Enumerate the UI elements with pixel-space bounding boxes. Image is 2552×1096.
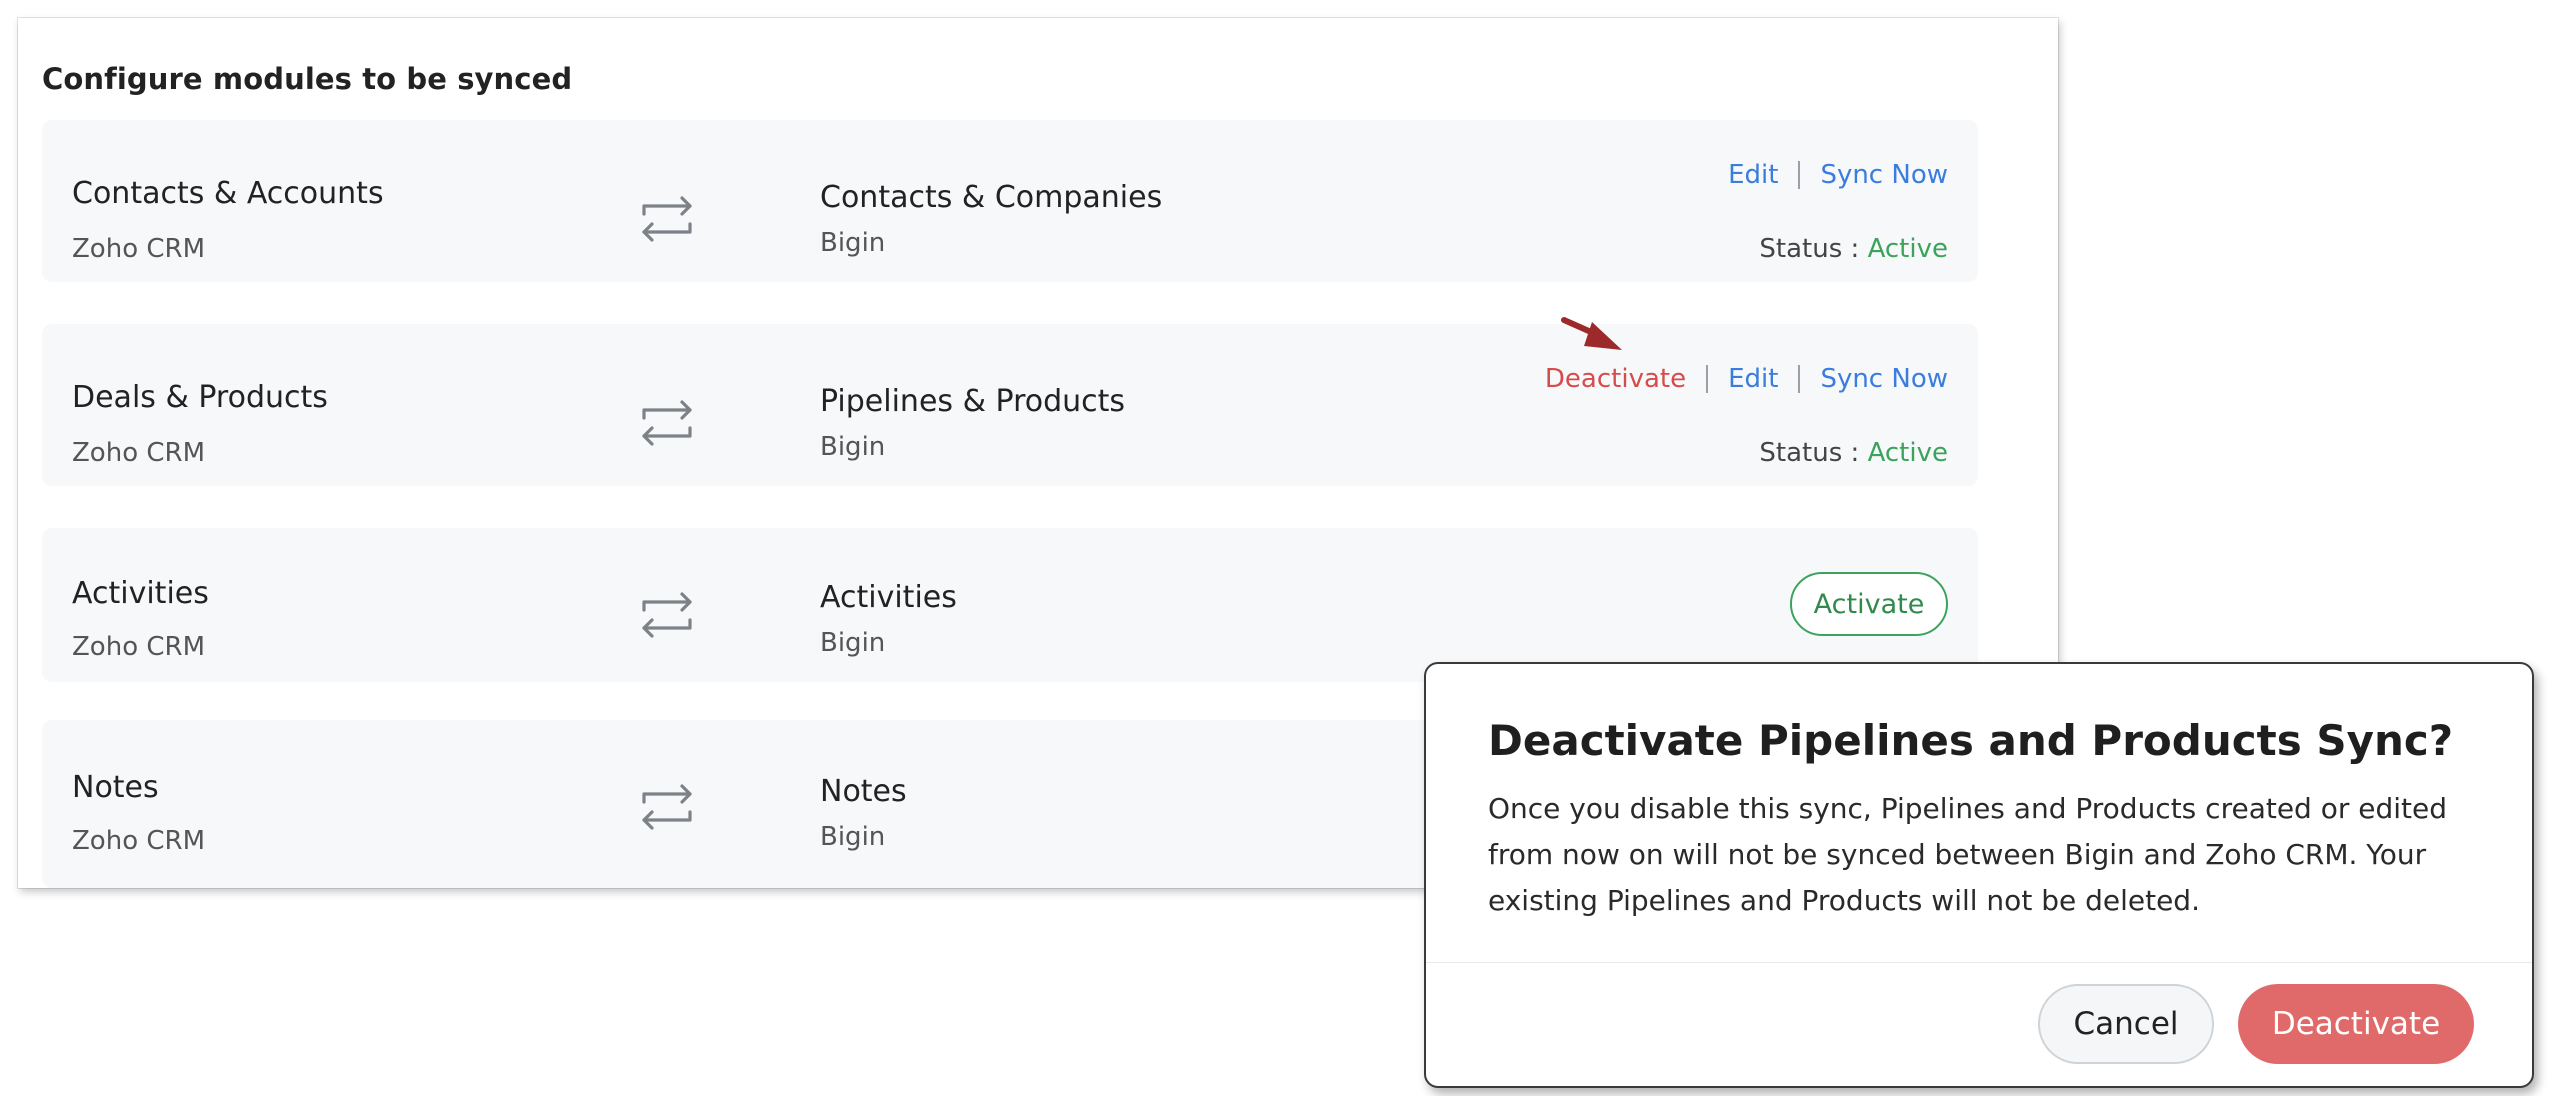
sync-now-link[interactable]: Sync Now (1820, 160, 1948, 190)
deactivate-link[interactable]: Deactivate (1545, 364, 1686, 394)
sync-now-link[interactable]: Sync Now (1820, 364, 1948, 394)
edit-link[interactable]: Edit (1728, 160, 1778, 190)
dialog-title: Deactivate Pipelines and Products Sync? (1488, 716, 2454, 765)
action-separator (1798, 161, 1801, 189)
edit-link[interactable]: Edit (1728, 364, 1778, 394)
sync-status: Status : Active (1759, 234, 1948, 264)
row-actions: Edit Sync Now (1728, 160, 1948, 190)
target-module-name: Contacts & Companies (820, 180, 1163, 215)
status-value: Active (1867, 438, 1948, 468)
target-module-name: Activities (820, 580, 957, 615)
sync-status: Status : Active (1759, 438, 1948, 468)
sync-arrows-icon (642, 196, 692, 242)
source-app-name: Zoho CRM (72, 826, 206, 856)
row-actions: Deactivate Edit Sync Now (1545, 364, 1948, 394)
status-separator: : (1850, 438, 1860, 468)
module-row-contacts: Contacts & Accounts Zoho CRM Contacts & … (42, 120, 1978, 282)
module-row-activities: Activities Zoho CRM Activities Bigin Act… (42, 528, 1978, 682)
module-row-deals: Deals & Products Zoho CRM Pipelines & Pr… (42, 324, 1978, 486)
activate-button[interactable]: Activate (1790, 572, 1948, 636)
status-label: Status (1759, 438, 1843, 468)
sync-arrows-icon (642, 400, 692, 446)
dialog-footer: Cancel Deactivate (2038, 984, 2474, 1064)
source-module-name: Activities (72, 576, 209, 611)
panel-title: Configure modules to be synced (42, 62, 573, 96)
source-module-name: Deals & Products (72, 380, 328, 415)
source-module-name: Notes (72, 770, 159, 805)
source-app-name: Zoho CRM (72, 632, 206, 662)
dialog-divider (1426, 962, 2532, 963)
target-app-name: Bigin (820, 822, 886, 852)
target-module-name: Notes (820, 774, 907, 809)
source-app-name: Zoho CRM (72, 234, 206, 264)
target-module-name: Pipelines & Products (820, 384, 1126, 419)
action-separator (1706, 365, 1709, 393)
confirm-deactivate-button[interactable]: Deactivate (2238, 984, 2474, 1064)
sync-arrows-icon (642, 592, 692, 638)
status-label: Status (1759, 234, 1843, 264)
target-app-name: Bigin (820, 228, 886, 258)
target-app-name: Bigin (820, 628, 886, 658)
deactivate-confirm-dialog: Deactivate Pipelines and Products Sync? … (1424, 662, 2534, 1088)
sync-arrows-icon (642, 784, 692, 830)
action-separator (1798, 365, 1801, 393)
pointer-arrow-icon (1561, 317, 1622, 350)
source-app-name: Zoho CRM (72, 438, 206, 468)
status-separator: : (1850, 234, 1860, 264)
status-value: Active (1867, 234, 1948, 264)
source-module-name: Contacts & Accounts (72, 176, 384, 211)
target-app-name: Bigin (820, 432, 886, 462)
cancel-button[interactable]: Cancel (2038, 984, 2214, 1064)
dialog-message: Once you disable this sync, Pipelines an… (1488, 792, 2448, 917)
